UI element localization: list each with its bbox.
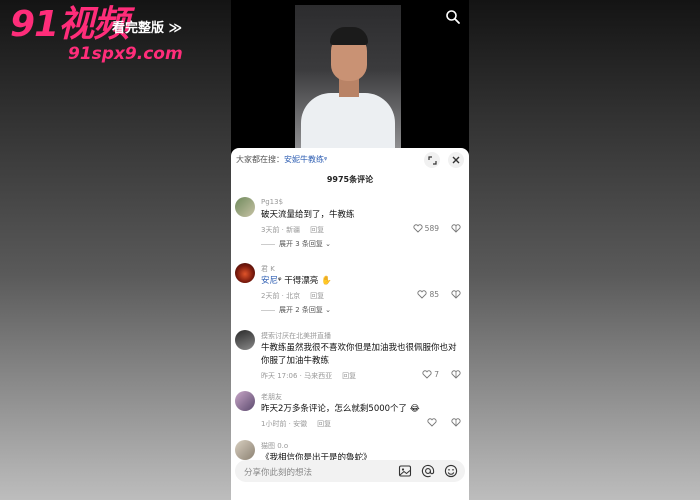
comment-input-placeholder: 分享你此刻的想法 xyxy=(244,468,313,478)
comment-text: 牛教练虽然我很不喜欢你但是加油我也很佩服你也对你服了加油牛教练 xyxy=(261,343,457,366)
expand-replies-label: 展开 2 条回复 ⌄ xyxy=(279,306,331,314)
avatar[interactable] xyxy=(235,391,255,411)
expand-replies[interactable]: 展开 2 条回复 ⌄ xyxy=(261,305,331,315)
video-frame xyxy=(295,5,401,148)
comment-username[interactable]: 猫图 0.o xyxy=(261,441,288,451)
trending-link[interactable]: 安妮牛教练 xyxy=(284,155,324,164)
expand-divider xyxy=(261,243,275,245)
comments-sheet: 大家都在搜：安妮牛教练ᵠ 9975条评论 Pg13$ 破天流量给到了，牛教练 3… xyxy=(231,148,469,500)
expand-replies[interactable]: 展开 3 条回复 ⌄ xyxy=(261,239,331,249)
reply-button[interactable]: 回复 xyxy=(342,372,356,380)
expand-divider xyxy=(261,309,275,311)
comment-username[interactable]: 老朋友 xyxy=(261,392,282,402)
avatar[interactable] xyxy=(235,440,255,460)
comment-username[interactable]: 摸索讨厌在北美拼直播 xyxy=(261,331,331,341)
like-count: 589 xyxy=(424,224,439,233)
video-person-hair xyxy=(330,27,368,45)
expand-icon xyxy=(427,155,437,165)
comment-meta: 1小时前 · 安徽 回复 xyxy=(261,419,331,429)
like-button[interactable]: 589 xyxy=(413,224,439,233)
like-button[interactable]: 7 xyxy=(422,370,439,379)
comment-meta: 3天前 · 新疆 回复 xyxy=(261,225,324,235)
watermark-tagline: 看完整版 ≫ xyxy=(112,21,183,36)
dislike-icon[interactable] xyxy=(451,418,461,427)
like-count: 7 xyxy=(434,370,439,379)
dislike-icon[interactable] xyxy=(451,224,461,233)
comment-text-rest: ᵠ 干得漂亮 ✋ xyxy=(278,276,332,286)
heart-icon xyxy=(427,418,437,427)
comment-meta: 昨天 17:06 · 马来西亚 回复 xyxy=(261,371,356,381)
right-backdrop xyxy=(469,0,700,500)
close-button[interactable] xyxy=(448,152,464,168)
reply-button[interactable]: 回复 xyxy=(317,420,331,428)
trending-suffix: ᵠ xyxy=(324,155,328,164)
phone-screen: 大家都在搜：安妮牛教练ᵠ 9975条评论 Pg13$ 破天流量给到了，牛教练 3… xyxy=(231,0,469,500)
avatar[interactable] xyxy=(235,330,255,350)
expand-button[interactable] xyxy=(424,152,440,168)
mention-link[interactable]: 安尼 xyxy=(261,276,278,286)
left-backdrop xyxy=(0,0,231,500)
dislike-icon[interactable] xyxy=(451,290,461,299)
trending-prefix: 大家都在搜： xyxy=(236,155,284,164)
comment-text: 安尼ᵠ 干得漂亮 ✋ xyxy=(261,275,457,288)
comment-input[interactable]: 分享你此刻的想法 xyxy=(235,460,465,482)
watermark-url: 91spx9.com xyxy=(68,44,183,64)
comment-time: 昨天 17:06 · 马来西亚 xyxy=(261,372,333,380)
image-icon[interactable] xyxy=(398,464,412,478)
expand-replies-label: 展开 3 条回复 ⌄ xyxy=(279,240,331,248)
comment-count: 9975条评论 xyxy=(326,175,374,184)
watermark-brand: 91视频 xyxy=(10,4,129,45)
comment-text: 破天流量给到了，牛教练 xyxy=(261,210,355,220)
heart-icon xyxy=(422,370,432,379)
heart-icon xyxy=(417,290,428,299)
comment-time: 2天前 · 北京 xyxy=(261,292,301,300)
like-button[interactable] xyxy=(427,418,439,427)
like-button[interactable]: 85 xyxy=(417,290,439,299)
comment-time: 1小时前 · 安徽 xyxy=(261,420,308,428)
site-watermark: 91视频 看完整版 ≫ 91spx9.com xyxy=(10,4,183,65)
reply-button[interactable]: 回复 xyxy=(310,226,324,234)
comment-text: 昨天2万多条评论，怎么就剩5000个了 😂 xyxy=(261,404,420,414)
comment-time: 3天前 · 新疆 xyxy=(261,226,301,234)
reply-button[interactable]: 回复 xyxy=(310,292,324,300)
avatar[interactable] xyxy=(235,263,255,283)
avatar[interactable] xyxy=(235,197,255,217)
dislike-icon[interactable] xyxy=(451,370,461,379)
comment-username[interactable]: 君 K xyxy=(261,264,275,274)
like-count: 85 xyxy=(429,290,439,299)
video-person-shirt xyxy=(301,93,395,148)
close-icon xyxy=(452,156,460,164)
video-player[interactable] xyxy=(231,0,469,148)
comment-meta: 2天前 · 北京 回复 xyxy=(261,291,324,301)
at-mention-icon[interactable] xyxy=(421,464,435,478)
comment-username[interactable]: Pg13$ xyxy=(261,198,283,206)
comment-input-bar: 分享你此刻的想法 xyxy=(231,460,469,500)
heart-icon xyxy=(413,224,423,233)
search-icon[interactable] xyxy=(445,9,461,25)
emoji-icon[interactable] xyxy=(444,464,458,478)
